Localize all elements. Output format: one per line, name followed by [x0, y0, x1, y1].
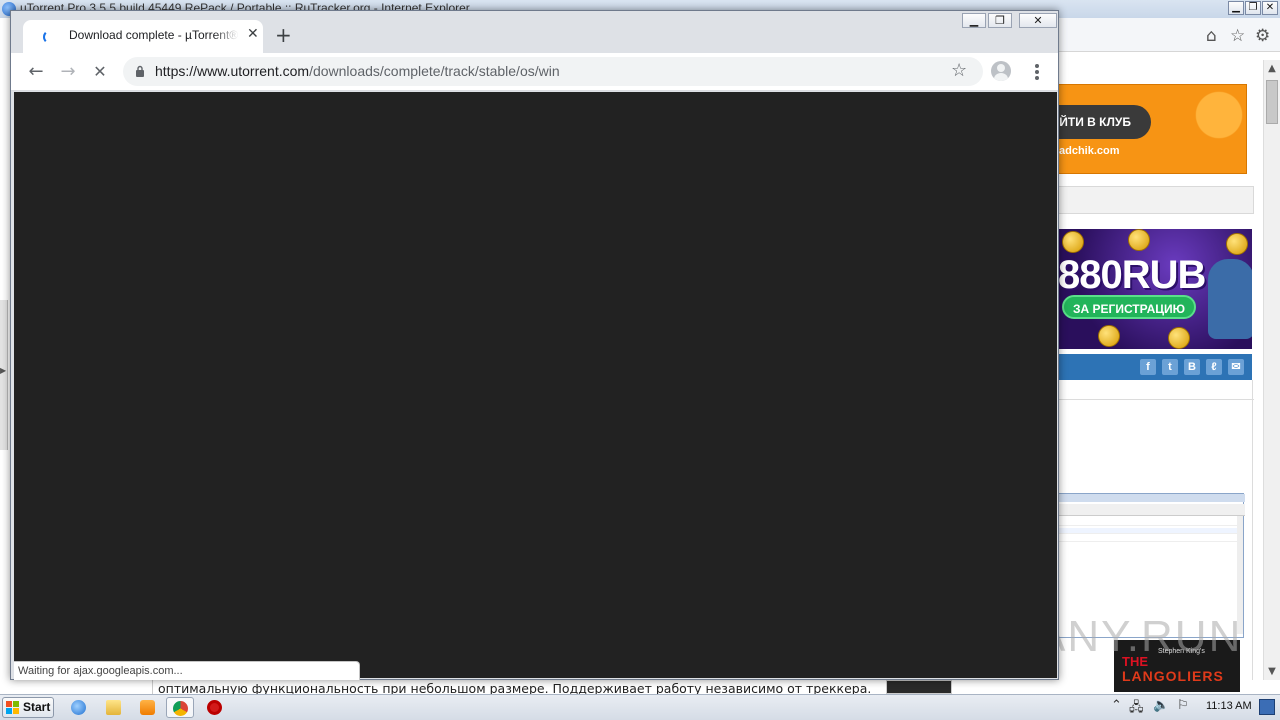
favorites-star-icon[interactable]: ☆: [1230, 26, 1245, 46]
scroll-down-arrow-icon[interactable]: ▼: [1264, 663, 1280, 680]
arrow-right-icon[interactable]: →: [55, 59, 81, 85]
taskbar: Start ⌃ 🖧 🔈 ⚐ 11:13 AM: [0, 694, 1280, 720]
profile-icon[interactable]: [991, 61, 1011, 81]
page-section-bar: [1058, 186, 1254, 214]
coin-icon: [1226, 233, 1248, 255]
coin-icon: [1168, 327, 1190, 349]
close-icon[interactable]: ✕: [87, 59, 113, 85]
url-text: https://www.utorrent.com/downloads/compl…: [155, 63, 560, 79]
network-icon[interactable]: 🖧: [1129, 698, 1144, 720]
ad-banner-club[interactable]: ЙТИ В КЛУБ adchik.com: [1058, 84, 1247, 174]
poster-title-prefix: THE: [1122, 654, 1148, 669]
home-icon[interactable]: ⌂: [1206, 26, 1217, 46]
taskbar-opera-icon[interactable]: [200, 697, 228, 718]
poster-tagline: Stephen King's: [1158, 648, 1205, 655]
ie-minimize-button[interactable]: ▁: [1228, 1, 1244, 15]
thumbnail-titlebar: [1059, 494, 1245, 502]
ad-domain-text: adchik.com: [1059, 145, 1120, 157]
coin-icon: [1098, 325, 1120, 347]
url-path: /downloads/complete/track/stable/os/win: [309, 63, 560, 79]
url-host: https://www.utorrent.com: [155, 63, 310, 79]
taskbar-chrome-icon[interactable]: [166, 697, 194, 718]
browser-toolbar: ← → ✕ https://www.utorrent.com/downloads…: [11, 53, 1058, 91]
ad-banner-casino[interactable]: 880RUB ЗА РЕГИСТРАЦИЮ: [1058, 229, 1252, 349]
chevron-up-icon[interactable]: ⌃: [1111, 698, 1122, 713]
thumbnail-scrollbar: [1237, 516, 1243, 634]
ie-side-panel-handle[interactable]: [0, 300, 8, 450]
thumbnail-row: [1059, 528, 1241, 534]
taskbar-media-player-icon[interactable]: [133, 697, 161, 718]
flag-icon[interactable]: ⚐: [1177, 698, 1189, 713]
screenshot-thumbnail[interactable]: [1058, 493, 1245, 638]
restore-button[interactable]: ❐: [988, 13, 1012, 28]
kebab-menu-icon[interactable]: [1027, 61, 1047, 83]
divider: [1058, 399, 1254, 400]
sun-graphic: [1179, 85, 1246, 155]
ie-close-button[interactable]: ✕: [1262, 1, 1278, 15]
profile-head: [997, 64, 1005, 72]
page-content-area[interactable]: [14, 92, 1057, 678]
arrow-left-icon[interactable]: ←: [23, 59, 49, 85]
start-button[interactable]: Start: [2, 697, 54, 718]
thumbnail-toolbar: [1059, 504, 1245, 516]
taskbar-explorer-icon[interactable]: [99, 697, 127, 718]
scroll-thumb[interactable]: [1266, 80, 1278, 124]
ie-vertical-scrollbar[interactable]: ▲ ▼: [1263, 60, 1280, 680]
mascot-graphic: [1208, 259, 1252, 339]
address-bar[interactable]: https://www.utorrent.com/downloads/compl…: [123, 57, 983, 86]
chrome-window: Download complete - µTorrent® (uTorrent)…: [10, 10, 1059, 680]
profile-body: [994, 73, 1008, 81]
tab-active[interactable]: Download complete - µTorrent® (uTorrent)…: [23, 20, 263, 53]
new-tab-plus-icon[interactable]: +: [275, 25, 292, 45]
ie-toolbar: ⌂ ☆ ⚙: [1058, 18, 1280, 52]
volume-icon[interactable]: 🔈: [1153, 698, 1169, 713]
telegram-icon[interactable]: ✉: [1228, 359, 1244, 375]
livejournal-icon[interactable]: ℓ: [1206, 359, 1222, 375]
tab-close-icon[interactable]: ✕: [247, 26, 259, 42]
lock-icon[interactable]: [135, 65, 145, 77]
close-button[interactable]: ✕: [1019, 13, 1057, 28]
coin-icon: [1062, 231, 1084, 253]
start-label: Start: [23, 700, 51, 714]
social-links-bar: f t B ℓ ✉: [1058, 354, 1252, 380]
poster-title: LANGOLIERS: [1122, 668, 1224, 684]
ie-restore-button[interactable]: ❐: [1245, 1, 1261, 15]
tab-strip: Download complete - µTorrent® (uTorrent)…: [11, 11, 1058, 53]
chevron-right-icon[interactable]: ▶: [0, 366, 6, 375]
page-image-cell: [886, 680, 952, 694]
twitter-icon[interactable]: t: [1162, 359, 1178, 375]
ad-club-button[interactable]: ЙТИ В КЛУБ: [1059, 105, 1151, 139]
facebook-icon[interactable]: f: [1140, 359, 1156, 375]
clock[interactable]: 11:13 AM: [1206, 700, 1252, 712]
thumbnail-row: [1059, 536, 1241, 542]
status-bubble: Waiting for ajax.googleapis.com...: [14, 661, 360, 680]
gear-icon[interactable]: ⚙: [1255, 26, 1270, 46]
loading-spinner-icon: [43, 30, 57, 44]
ad-casino-cta[interactable]: ЗА РЕГИСТРАЦИЮ: [1062, 295, 1196, 319]
divider: [1252, 380, 1253, 680]
taskbar-ie-icon[interactable]: [64, 697, 92, 718]
scroll-up-arrow-icon[interactable]: ▲: [1264, 60, 1280, 77]
thumbnail-row: [1059, 520, 1241, 526]
coin-icon: [1128, 229, 1150, 251]
poster-image[interactable]: Stephen King's THE LANGOLIERS: [1114, 640, 1240, 692]
windows-logo-icon: [6, 701, 20, 715]
vk-icon[interactable]: B: [1184, 359, 1200, 375]
tab-title: Download complete - µTorrent® (uTorrent): [69, 28, 239, 42]
star-icon[interactable]: ☆: [951, 60, 967, 81]
ad-casino-amount: 880RUB: [1058, 253, 1206, 297]
minimize-button[interactable]: ▁: [962, 13, 986, 28]
show-desktop-button[interactable]: [1259, 699, 1275, 715]
